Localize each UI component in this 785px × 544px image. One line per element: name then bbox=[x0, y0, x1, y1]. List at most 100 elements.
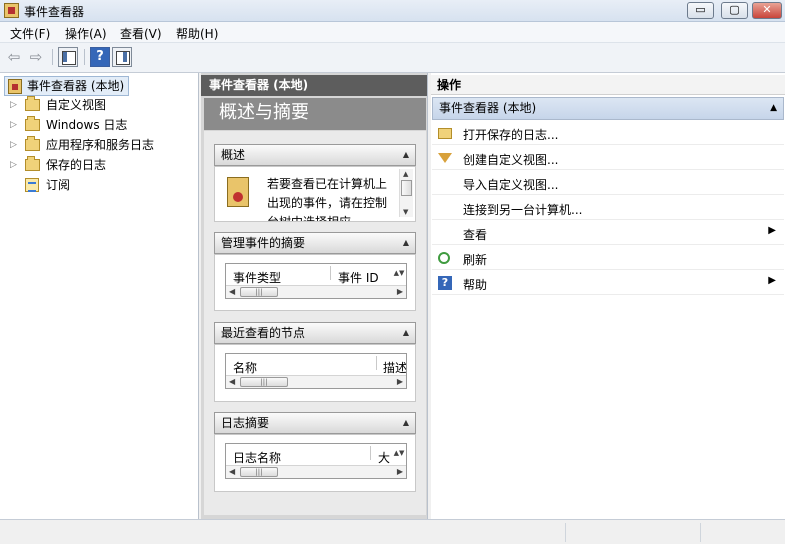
open-folder-icon bbox=[438, 128, 452, 139]
tree-item-label: 订阅 bbox=[46, 178, 71, 192]
overview-scrollbar[interactable]: ▲ ▼ bbox=[399, 169, 413, 217]
section-title: 概述 bbox=[221, 148, 246, 162]
section-body-log-summary: 日志名称 大 ◀ ||| ▶ ▲▼ bbox=[214, 434, 416, 492]
action-open-saved-log[interactable]: 打开保存的日志... bbox=[432, 121, 784, 145]
tree-root-event-viewer[interactable]: 事件查看器 (本地) bbox=[4, 76, 130, 96]
summary-banner-title: 概述与摘要 bbox=[204, 98, 426, 130]
column-header-description[interactable]: 描述 bbox=[383, 359, 406, 376]
tree-item-app-service-logs[interactable]: ▷ 应用程序和服务日志 bbox=[0, 135, 198, 155]
horizontal-scrollbar[interactable]: ◀ ||| ▶ bbox=[226, 375, 406, 388]
column-header-size[interactable]: 大 bbox=[378, 449, 390, 466]
status-cell bbox=[565, 523, 700, 542]
column-header-event-id[interactable]: 事件 ID bbox=[338, 269, 379, 286]
vertical-spin-icon[interactable]: ▲▼ bbox=[393, 269, 405, 289]
scroll-thumb[interactable]: ||| bbox=[240, 467, 278, 477]
folder-icon bbox=[25, 96, 40, 111]
log-summary-list[interactable]: 日志名称 大 ◀ ||| ▶ bbox=[225, 443, 407, 479]
section-body-admin-events: 事件类型 事件 ID ◀ ||| ▶ ▲▼ bbox=[214, 254, 416, 311]
status-cell bbox=[700, 523, 782, 542]
toolbar-separator bbox=[52, 49, 53, 65]
refresh-icon bbox=[438, 252, 450, 264]
back-arrow-icon[interactable]: ⇦ bbox=[4, 47, 24, 67]
event-viewer-app-icon bbox=[4, 3, 19, 18]
help-icon: ? bbox=[438, 276, 452, 290]
folder-icon bbox=[25, 156, 40, 171]
section-header-admin-events[interactable]: 管理事件的摘要 ▲ bbox=[214, 232, 416, 254]
action-refresh[interactable]: 刷新 bbox=[432, 246, 784, 270]
horizontal-scrollbar[interactable]: ◀ ||| ▶ bbox=[226, 285, 406, 298]
scroll-right-icon[interactable]: ▶ bbox=[397, 377, 403, 386]
subscriptions-icon bbox=[25, 178, 39, 192]
event-viewer-icon bbox=[8, 79, 22, 94]
collapse-icon[interactable]: ▲ bbox=[770, 98, 777, 119]
action-connect-other-computer[interactable]: 连接到另一台计算机... bbox=[432, 196, 784, 220]
log-folder-icon bbox=[25, 116, 40, 131]
section-header-log-summary[interactable]: 日志摘要 ▲ bbox=[214, 412, 416, 434]
column-header-event-type[interactable]: 事件类型 bbox=[233, 269, 281, 286]
section-title: 管理事件的摘要 bbox=[221, 236, 306, 250]
expand-arrow-icon[interactable]: ▷ bbox=[10, 95, 18, 115]
show-hide-action-pane-icon[interactable] bbox=[112, 47, 132, 67]
column-header-log-name[interactable]: 日志名称 bbox=[233, 449, 281, 466]
action-import-custom-view[interactable]: 导入自定义视图... bbox=[432, 171, 784, 195]
maximize-button[interactable]: ▢ bbox=[721, 2, 748, 19]
scroll-thumb[interactable] bbox=[401, 180, 412, 196]
actions-group-label: 事件查看器 (本地) bbox=[439, 101, 537, 115]
expand-arrow-icon[interactable]: ▷ bbox=[10, 135, 18, 155]
scroll-left-icon[interactable]: ◀ bbox=[229, 467, 235, 476]
action-label: 创建自定义视图... bbox=[463, 153, 559, 167]
summary-content: 概述 ▲ 若要查看已在计算机上出现的事件，请在控制台树中选择相应 ▲ ▼ 管理事… bbox=[204, 131, 426, 515]
toolbar: ⇦ ⇨ ? bbox=[0, 43, 785, 73]
tree-item-label: 保存的日志 bbox=[46, 158, 107, 172]
scroll-thumb[interactable]: ||| bbox=[240, 377, 288, 387]
scroll-left-icon[interactable]: ◀ bbox=[229, 377, 235, 386]
expand-arrow-icon[interactable]: ▷ bbox=[10, 115, 18, 135]
recent-nodes-list[interactable]: 名称 描述 ◀ ||| ▶ bbox=[225, 353, 407, 389]
vertical-spin-icon[interactable]: ▲▼ bbox=[393, 449, 405, 469]
scroll-up-icon[interactable]: ▲ bbox=[403, 170, 408, 178]
action-view[interactable]: 查看 ▶ bbox=[432, 221, 784, 245]
close-button[interactable]: ✕ bbox=[752, 2, 782, 19]
section-title: 最近查看的节点 bbox=[221, 326, 306, 340]
tree-item-subscriptions[interactable]: 订阅 bbox=[0, 175, 198, 195]
section-header-overview[interactable]: 概述 ▲ bbox=[214, 144, 416, 166]
show-hide-console-tree-icon[interactable] bbox=[58, 47, 78, 67]
collapse-icon[interactable]: ▲ bbox=[403, 233, 409, 253]
submenu-arrow-icon: ▶ bbox=[768, 275, 776, 286]
expand-arrow-icon[interactable]: ▷ bbox=[10, 155, 18, 175]
collapse-icon[interactable]: ▲ bbox=[403, 323, 409, 343]
actions-group-event-viewer[interactable]: 事件查看器 (本地) ▲ bbox=[432, 97, 784, 120]
minimize-button[interactable]: ▭ bbox=[687, 2, 714, 19]
column-header-name[interactable]: 名称 bbox=[233, 359, 257, 376]
tree-item-label: 自定义视图 bbox=[46, 98, 107, 112]
admin-events-list[interactable]: 事件类型 事件 ID ◀ ||| ▶ bbox=[225, 263, 407, 299]
title-bar: 事件查看器 ▭ ▢ ✕ bbox=[0, 0, 785, 22]
action-label: 查看 bbox=[463, 228, 488, 242]
forward-arrow-icon[interactable]: ⇨ bbox=[26, 47, 46, 67]
section-header-recent-nodes[interactable]: 最近查看的节点 ▲ bbox=[214, 322, 416, 344]
menu-file[interactable]: 文件(F) bbox=[10, 25, 50, 42]
help-icon[interactable]: ? bbox=[90, 47, 110, 67]
tree-item-windows-logs[interactable]: ▷ Windows 日志 bbox=[0, 115, 198, 135]
collapse-icon[interactable]: ▲ bbox=[403, 413, 409, 433]
scroll-thumb[interactable]: ||| bbox=[240, 287, 278, 297]
action-help[interactable]: ? 帮助 ▶ bbox=[432, 271, 784, 295]
horizontal-scrollbar[interactable]: ◀ ||| ▶ bbox=[226, 465, 406, 478]
tree-item-label: Windows 日志 bbox=[46, 118, 128, 132]
scroll-left-icon[interactable]: ◀ bbox=[229, 287, 235, 296]
section-body-overview: 若要查看已在计算机上出现的事件，请在控制台树中选择相应 ▲ ▼ bbox=[214, 166, 416, 222]
collapse-icon[interactable]: ▲ bbox=[403, 145, 409, 165]
event-log-icon bbox=[227, 177, 249, 207]
summary-pane: 事件查看器 (本地) 概述与摘要 概述 ▲ 若要查看已在计算机上出现的事件，请在… bbox=[201, 73, 428, 519]
folder-icon bbox=[25, 136, 40, 151]
column-divider bbox=[330, 266, 331, 280]
menu-action[interactable]: 操作(A) bbox=[65, 25, 107, 42]
menu-view[interactable]: 查看(V) bbox=[120, 25, 162, 42]
tree-item-label: 应用程序和服务日志 bbox=[46, 138, 155, 152]
summary-pane-header: 事件查看器 (本地) bbox=[201, 75, 427, 96]
tree-item-saved-logs[interactable]: ▷ 保存的日志 bbox=[0, 155, 198, 175]
menu-help[interactable]: 帮助(H) bbox=[176, 25, 218, 42]
tree-item-custom-views[interactable]: ▷ 自定义视图 bbox=[0, 95, 198, 115]
scroll-down-icon[interactable]: ▼ bbox=[403, 208, 408, 216]
action-create-custom-view[interactable]: 创建自定义视图... bbox=[432, 146, 784, 170]
